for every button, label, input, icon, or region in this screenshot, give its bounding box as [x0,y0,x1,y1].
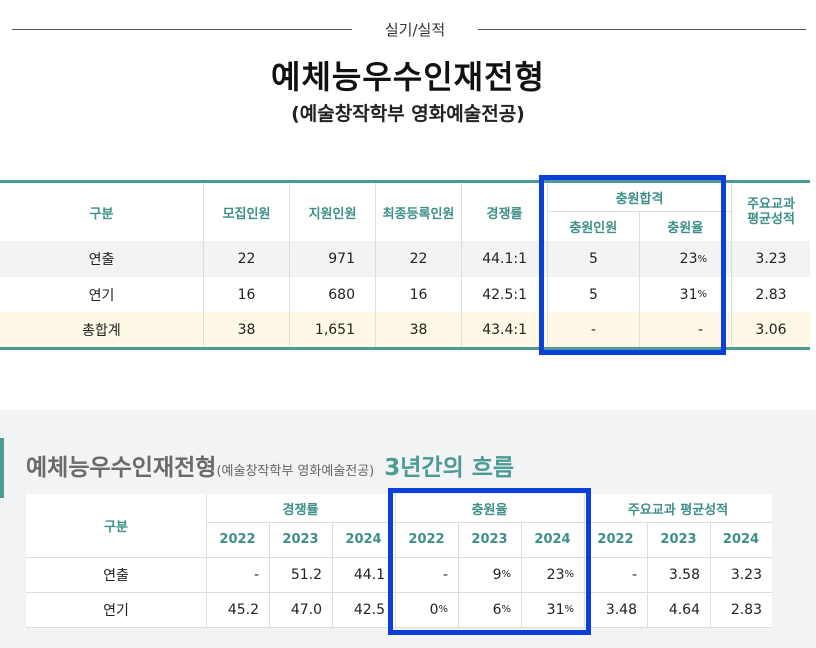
trend-title-sub: (예술창작학부 영화예술전공) [216,464,375,479]
cell-competition: 43.4:1 [462,312,548,347]
header-additional-count: 충원인원 [548,212,640,241]
header-final-registered: 최종등록인원 [376,183,462,241]
cell-applicants: 680 [290,277,376,312]
header-additional-title: 충원합격 [548,183,731,212]
header-recruit: 모집인원 [204,183,290,241]
trend-row-name: 연기 [103,602,129,619]
cell-recruit: 38 [204,312,290,347]
cell-competition: 42.5:1 [462,277,548,312]
trend-title-main: 예체능우수인재전형 [26,455,217,481]
header-additional-group: 충원합격 충원인원 충원율 [548,183,732,241]
cell-recruit: 22 [204,241,290,277]
trend-cell: 0% [429,601,448,618]
table-header-row: 구분 모집인원 지원인원 최종등록인원 경쟁률 충원합격 충원인원 충원율 주요… [0,183,810,241]
trend-cell: 3.48 [605,601,637,618]
trend-title-accent: 3년간의 흐름 [384,455,515,481]
trend-cell: 51.2 [290,566,322,583]
cell-final: 16 [376,277,462,312]
header-category: 구분 [0,183,204,241]
cell-add-rate: 23% [640,241,732,277]
trend-cell: 3.58 [668,566,700,583]
trend-cell: - [253,566,259,583]
grid-line [26,627,772,628]
header-competition: 경쟁률 [462,183,548,241]
header-applicants: 지원인원 [290,183,376,241]
cell-gpa: 3.23 [755,251,787,267]
cell-applicants: 1,651 [290,312,376,347]
trend-header-competition: 경쟁률 [282,502,319,518]
table-bottom-border [0,347,810,350]
year-header: 2024 [722,532,760,547]
trend-cell: 44.1 [353,566,385,583]
trend-table: 구분 경쟁률 충원율 주요교과 평균성적 2022 2023 2024 2022… [26,494,772,628]
trend-cell: 2.83 [730,601,762,618]
trend-header-category: 구분 [104,520,128,535]
row-name: 연출 [0,241,204,277]
table-row: 연출 22 971 22 44.1:1 5 23% 3.23 [0,241,810,277]
trend-cell: 23% [546,566,574,583]
trend-cell: 42.5 [353,601,385,618]
trend-cell: - [442,566,448,583]
cell-add-count: 5 [548,277,640,312]
section-label: 실기/실적 [384,21,446,39]
trend-cell: 4.64 [668,601,700,618]
trend-cell: 9% [492,566,511,583]
cell-add-rate: - [640,312,732,347]
trend-row-name: 연출 [103,567,129,584]
trend-panel-accent-bar [0,438,4,498]
trend-header-gpa: 주요교과 평균성적 [627,502,729,518]
cell-final: 38 [376,312,462,347]
cell-gpa: 3.06 [755,321,787,338]
cell-add-count: - [548,312,640,347]
cell-gpa: 2.83 [755,286,787,303]
trend-cell: - [631,566,637,583]
cell-recruit: 16 [204,277,290,312]
year-header: 2024 [534,532,571,547]
header-rule-right [478,29,806,30]
year-header: 2023 [471,532,508,547]
cell-add-rate: 31% [640,277,732,312]
year-header: 2023 [660,532,697,547]
cell-add-count: 5 [548,241,640,277]
header-gpa: 주요교과 평균성적 [747,197,795,227]
page-title: 예체능우수인재전형 [271,58,545,96]
row-name: 총합계 [0,312,204,347]
cell-applicants: 971 [290,241,376,277]
year-header: 2022 [408,532,445,547]
year-header: 2022 [597,532,634,547]
table-row: 연기 16 680 16 42.5:1 5 31% 2.83 [0,277,810,312]
header-additional-rate: 충원율 [667,221,704,236]
trend-header-additional-rate: 충원율 [471,502,508,518]
trend-cell: 3.23 [730,566,762,583]
cell-final: 22 [376,241,462,277]
page-subtitle: (예술창작학부 영화예술전공) [291,103,525,125]
year-header: 2022 [219,532,256,547]
trend-title: 예체능우수인재전형(예술창작학부 영화예술전공) 3년간의 흐름 [26,448,514,482]
year-header: 2023 [282,532,319,547]
trend-cell: 45.2 [227,601,259,618]
header-rule-left [12,29,352,30]
trend-cell: 31% [546,601,574,618]
cell-competition: 44.1:1 [462,241,548,277]
year-header: 2024 [345,532,382,547]
trend-cell: 47.0 [290,601,322,618]
table-total-row: 총합계 38 1,651 38 43.4:1 - - 3.06 [0,312,810,347]
trend-cell: 6% [492,601,511,618]
row-name: 연기 [0,277,204,312]
